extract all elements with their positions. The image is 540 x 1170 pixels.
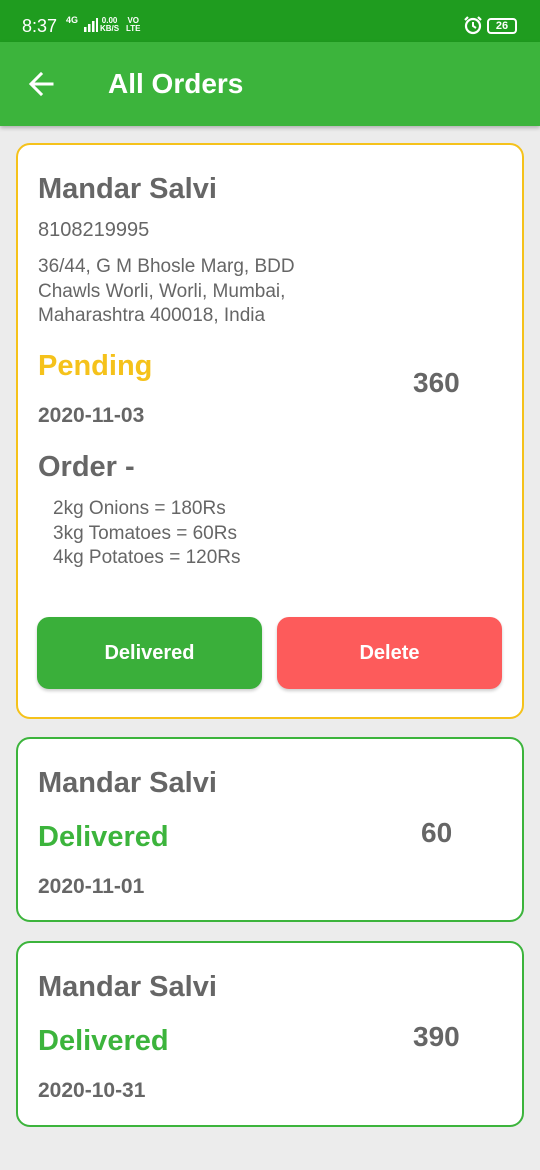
order-card[interactable]: Mandar Salvi 8108219995 36/44, G M Bhosl… [16, 143, 524, 719]
order-status: Pending [38, 350, 153, 382]
customer-phone: 8108219995 [38, 219, 150, 241]
status-bar: 8:37 4G 0.00 KB/S VO LTE 26 [0, 0, 540, 42]
status-time: 8:37 [22, 16, 58, 36]
address-line: Chawls Worli, Worli, Mumbai, [38, 280, 286, 302]
customer-name: Mandar Salvi [38, 971, 217, 1003]
order-amount: 360 [413, 367, 460, 398]
order-date: 2020-11-01 [38, 875, 145, 898]
order-items: 2kg Onions = 180Rs 3kg Tomatoes = 60Rs 4… [53, 497, 241, 571]
signal-icon [84, 18, 98, 32]
order-item: 2kg Onions = 180Rs [53, 498, 226, 519]
order-date: 2020-11-03 [38, 404, 145, 427]
address-line: Maharashtra 400018, India [38, 305, 266, 326]
customer-name: Mandar Salvi [38, 767, 217, 799]
order-date: 2020-10-31 [38, 1079, 146, 1102]
alarm-clock-icon [464, 16, 482, 35]
customer-name: Mandar Salvi [38, 173, 217, 205]
network-speed-unit: KB/S [100, 24, 120, 33]
customer-address: 36/44, G M Bhosle Marg, BDD Chawls Worli… [38, 255, 358, 329]
order-item: 4kg Potatoes = 120Rs [53, 547, 241, 568]
order-amount: 60 [421, 817, 453, 848]
order-card[interactable]: Mandar Salvi Delivered 60 2020-11-01 [16, 737, 524, 922]
order-status: Delivered [38, 1025, 169, 1057]
battery-indicator: 26 [487, 18, 517, 34]
network-type: 4G [66, 15, 79, 25]
order-heading: Order - [38, 451, 135, 483]
mark-delivered-button[interactable]: Delivered [37, 617, 262, 689]
order-item: 3kg Tomatoes = 60Rs [53, 522, 237, 544]
page-title: All Orders [108, 68, 244, 99]
network-speed: 0.00 KB/S [100, 17, 119, 33]
order-status: Delivered [38, 821, 169, 853]
delete-order-button[interactable]: Delete [277, 617, 502, 689]
back-arrow-icon[interactable] [24, 66, 60, 102]
address-line: 36/44, G M Bhosle Marg, BDD [38, 256, 295, 277]
volte-indicator: VO LTE [126, 17, 141, 33]
app-bar: All Orders [0, 42, 540, 126]
order-card[interactable]: Mandar Salvi Delivered 390 2020-10-31 [16, 941, 524, 1127]
volte-bottom: LTE [126, 24, 141, 33]
order-amount: 390 [413, 1021, 460, 1052]
